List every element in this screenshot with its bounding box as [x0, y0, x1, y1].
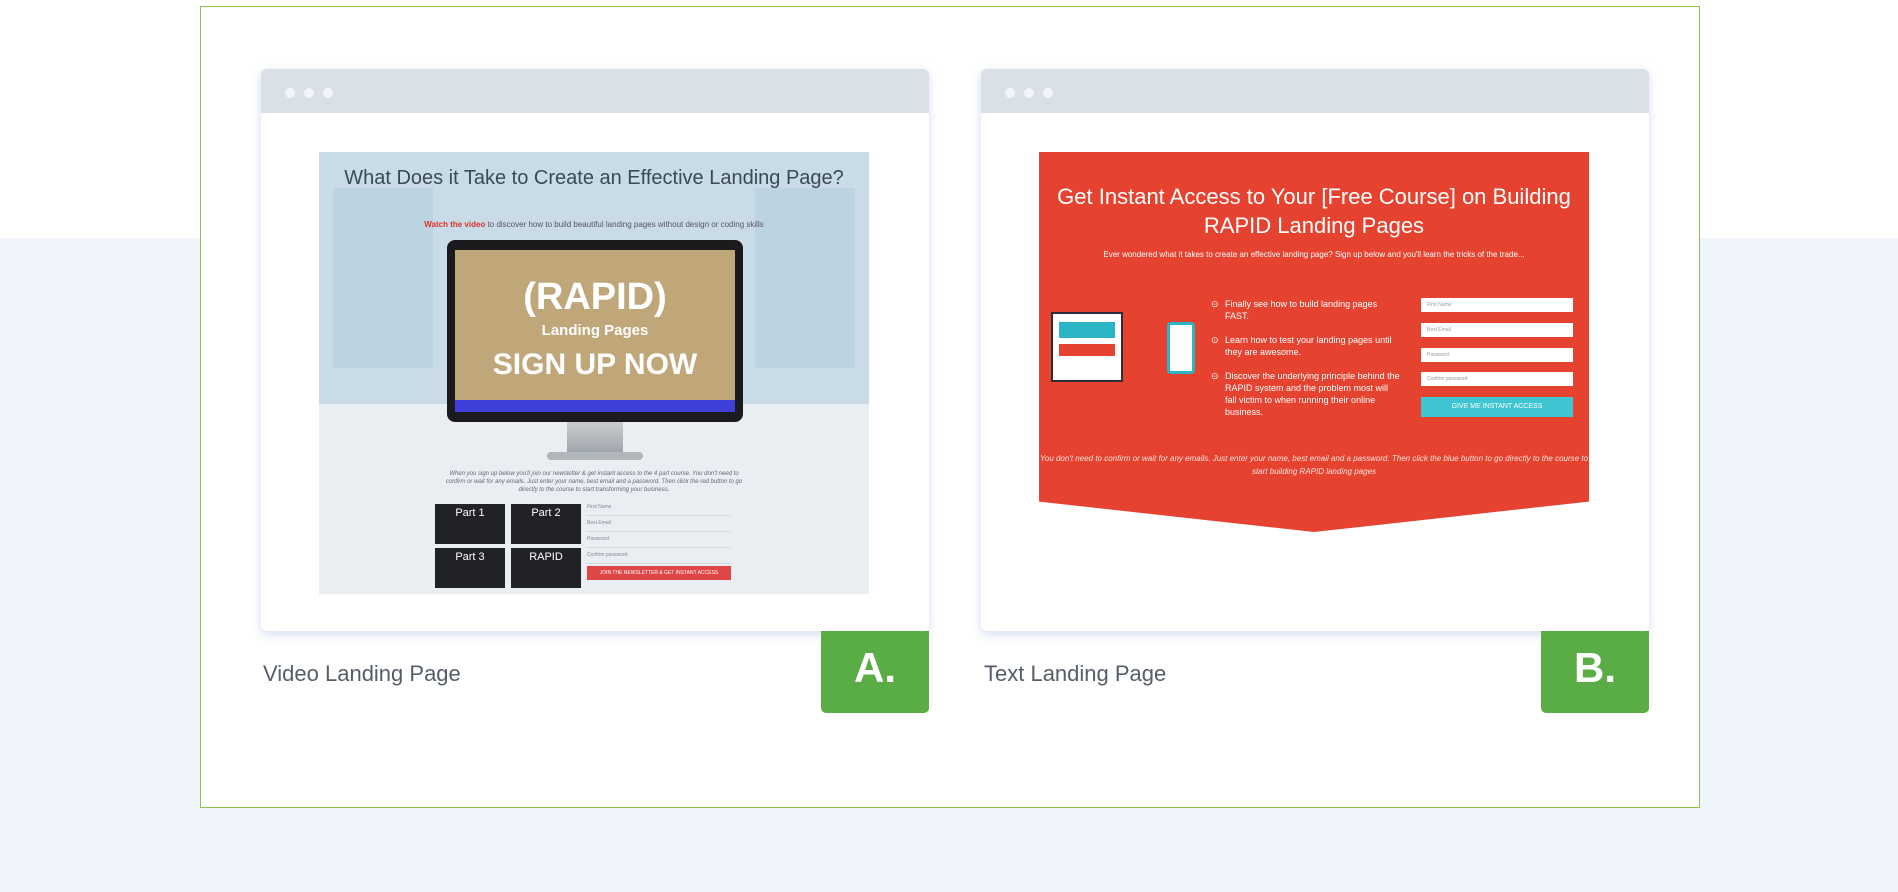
- preview-footer-copy: You don't need to confirm or wait for an…: [1039, 454, 1589, 476]
- preview-field: Best Email: [1421, 323, 1573, 337]
- card-caption-video: Video Landing Page: [263, 661, 461, 686]
- video-landing-screenshot: What Does it Take to Create an Effective…: [319, 152, 869, 594]
- window-dot-icon: [285, 88, 295, 98]
- illustration-bar: [1059, 322, 1115, 338]
- hourglass-icon: [1167, 322, 1195, 374]
- window-dot-icon: [1005, 88, 1015, 98]
- preview-bullet: Finally see how to build landing pages F…: [1211, 298, 1401, 322]
- variant-badge-b: B.: [1541, 631, 1649, 713]
- preview-bullet: Learn how to test your landing pages unt…: [1211, 334, 1401, 358]
- hero-side-panel: [755, 188, 855, 368]
- part-thumbnail: Part 3: [435, 548, 505, 588]
- preview-subheadline: Watch the video to discover how to build…: [424, 220, 764, 229]
- preview-submit-button: GIVE ME INSTANT ACCESS: [1421, 397, 1573, 417]
- preview-field: First Name: [587, 504, 731, 516]
- monitor-base: [547, 452, 643, 460]
- window-dot-icon: [1024, 88, 1034, 98]
- preview-copy: When you sign up below you'll join our n…: [445, 471, 743, 493]
- text-landing-screenshot: Get Instant Access to Your [Free Course]…: [1039, 152, 1589, 594]
- preview-headline: Get Instant Access to Your [Free Course]…: [1057, 184, 1571, 238]
- preview-field: Confirm password: [587, 552, 731, 564]
- browser-illustration-icon: [1051, 312, 1123, 382]
- part-thumbnail: Part 2: [511, 504, 581, 544]
- window-dot-icon: [1043, 88, 1053, 98]
- card-caption-text: Text Landing Page: [984, 661, 1167, 686]
- illustration-bar: [1059, 344, 1115, 356]
- hero-side-panel: [333, 188, 433, 368]
- preview-headline: What Does it Take to Create an Effective…: [344, 167, 844, 189]
- landing-card-text[interactable]: Get Instant Access to Your [Free Course]…: [981, 69, 1649, 631]
- window-dot-icon: [304, 88, 314, 98]
- browser-bar: [981, 69, 1649, 113]
- preview-bullet-list: Finally see how to build landing pages F…: [1211, 298, 1401, 430]
- preview-field: Confirm password: [1421, 372, 1573, 386]
- video-subtitle: Landing Pages: [541, 322, 649, 339]
- video-screen: (RAPID) Landing Pages SIGN UP NOW: [455, 250, 735, 412]
- landing-card-video[interactable]: What Does it Take to Create an Effective…: [261, 69, 929, 631]
- preview-submit-button: JOIN THE NEWSLETTER & GET INSTANT ACCESS: [587, 566, 731, 580]
- preview-subheadline: Ever wondered what it takes to create an…: [1103, 250, 1525, 259]
- preview-field: Best Email: [587, 520, 731, 532]
- browser-bar: [261, 69, 929, 113]
- preview-field: Password: [587, 536, 731, 548]
- part-thumbnail: Part 1: [435, 504, 505, 544]
- part-thumbnail: RAPID: [511, 548, 581, 588]
- window-dot-icon: [323, 88, 333, 98]
- monitor-stand: [567, 422, 623, 456]
- monitor-video: (RAPID) Landing Pages SIGN UP NOW: [447, 240, 743, 422]
- preview-field: Password: [1421, 348, 1573, 362]
- video-controls: [455, 400, 735, 412]
- video-cta: SIGN UP NOW: [492, 348, 698, 381]
- video-title: (RAPID): [523, 276, 667, 318]
- preview-bullet: Discover the underlying principle behind…: [1211, 370, 1401, 418]
- variant-badge-a: A.: [821, 631, 929, 713]
- preview-field: First Name: [1421, 298, 1573, 312]
